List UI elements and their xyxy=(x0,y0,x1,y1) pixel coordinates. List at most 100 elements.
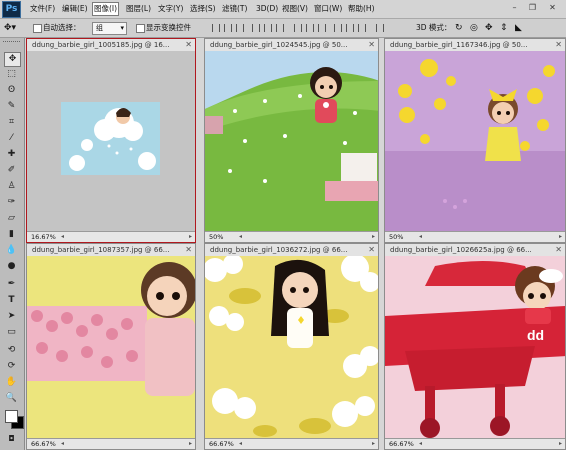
gradient-tool-icon[interactable]: ▮ xyxy=(4,228,19,241)
align-right-icon[interactable] xyxy=(276,24,284,32)
dodge-tool-icon[interactable]: ● xyxy=(4,260,19,273)
menu-type[interactable]: 文字(Y) xyxy=(158,3,183,15)
zoom-level[interactable]: 50% xyxy=(389,232,403,242)
status-arrow-left-icon[interactable]: ◂ xyxy=(61,232,64,242)
3d-rotate-tool-icon[interactable]: ⟲ xyxy=(4,344,19,357)
menu-view[interactable]: 视图(V) xyxy=(282,3,308,15)
menu-file[interactable]: 文件(F) xyxy=(30,3,55,15)
status-arrow-right-icon[interactable]: ▸ xyxy=(559,439,562,449)
restore-icon[interactable]: ❐ xyxy=(526,2,539,14)
distribute-vcenter-icon[interactable] xyxy=(306,24,314,32)
document-canvas[interactable] xyxy=(205,51,378,232)
menu-layer[interactable]: 图层(L) xyxy=(126,3,151,15)
status-arrow-right-icon[interactable]: ▸ xyxy=(372,232,375,242)
distribute-bottom-icon[interactable] xyxy=(318,24,326,32)
foreground-color-swatch[interactable] xyxy=(5,410,18,423)
crop-tool-icon[interactable]: ⌗ xyxy=(4,116,19,129)
close-tab-icon[interactable]: ✕ xyxy=(185,244,192,256)
zoom-level[interactable]: 50% xyxy=(209,232,223,242)
menu-3d[interactable]: 3D(D) xyxy=(256,3,278,15)
healing-brush-tool-icon[interactable]: ✚ xyxy=(4,148,19,161)
eraser-tool-icon[interactable]: ▱ xyxy=(4,212,19,225)
auto-align-icon[interactable] xyxy=(376,24,384,32)
align-bottom-icon[interactable] xyxy=(236,24,244,32)
zoom-level[interactable]: 66.67% xyxy=(209,439,234,449)
quick-select-tool-icon[interactable]: ✎ xyxy=(4,100,19,113)
status-arrow-left-icon[interactable]: ◂ xyxy=(239,439,242,449)
lasso-tool-icon[interactable]: ʘ xyxy=(4,84,19,97)
status-arrow-right-icon[interactable]: ▸ xyxy=(559,232,562,242)
menu-edit[interactable]: 编辑(E) xyxy=(62,3,88,15)
zoom-level[interactable]: 66.67% xyxy=(389,439,414,449)
close-tab-icon[interactable]: ✕ xyxy=(555,244,562,256)
distribute-right-icon[interactable] xyxy=(358,24,366,32)
status-arrow-right-icon[interactable]: ▸ xyxy=(189,232,192,242)
3d-scale-icon[interactable]: ◣ xyxy=(515,22,522,34)
3d-rotate-icon[interactable]: ↻ xyxy=(455,22,463,34)
history-brush-tool-icon[interactable]: ✑ xyxy=(4,196,19,209)
shape-tool-icon[interactable]: ▭ xyxy=(4,326,19,339)
close-icon[interactable]: ✕ xyxy=(546,2,559,14)
auto-select-checkbox[interactable] xyxy=(33,24,42,33)
menu-window[interactable]: 窗口(W) xyxy=(314,3,342,15)
document-window-3[interactable]: ddung_barbie_girl_1167346.jpg @ 50... ✕ 5… xyxy=(384,38,566,243)
close-tab-icon[interactable]: ✕ xyxy=(368,39,375,51)
blur-tool-icon[interactable]: 💧 xyxy=(4,244,19,257)
close-tab-icon[interactable]: ✕ xyxy=(185,39,192,51)
menu-image[interactable]: 图像(I) xyxy=(92,2,120,16)
distribute-top-icon[interactable] xyxy=(294,24,302,32)
align-vcenter-icon[interactable] xyxy=(224,24,232,32)
canvas-image xyxy=(205,256,378,439)
align-left-icon[interactable] xyxy=(252,24,260,32)
status-arrow-right-icon[interactable]: ▸ xyxy=(189,439,192,449)
pen-tool-icon[interactable]: ✒ xyxy=(4,278,19,291)
status-arrow-left-icon[interactable]: ◂ xyxy=(239,232,242,242)
show-transform-checkbox[interactable] xyxy=(136,24,145,33)
3d-camera-tool-icon[interactable]: ⟳ xyxy=(4,360,19,373)
document-canvas[interactable] xyxy=(205,256,378,439)
close-tab-icon[interactable]: ✕ xyxy=(368,244,375,256)
marquee-tool-icon[interactable]: ⬚ xyxy=(4,68,19,81)
document-window-5[interactable]: ddung_barbie_girl_1036272.jpg @ 66... ✕ 6… xyxy=(204,243,379,450)
document-title: ddung_barbie_girl_1024545.jpg @ 50... xyxy=(210,41,348,49)
document-window-2[interactable]: ddung_barbie_girl_1024545.jpg @ 50... ✕ 5… xyxy=(204,38,379,243)
document-window-1[interactable]: ddung_barbie_girl_1005185.jpg @ 16... ✕ 1… xyxy=(26,38,196,243)
menu-select[interactable]: 选择(S) xyxy=(190,3,216,15)
document-canvas[interactable] xyxy=(27,51,195,232)
document-canvas[interactable] xyxy=(385,51,565,232)
status-arrow-left-icon[interactable]: ◂ xyxy=(61,439,64,449)
3d-slide-icon[interactable]: ⇕ xyxy=(500,22,508,34)
zoom-level[interactable]: 16.67% xyxy=(31,232,56,242)
menu-help[interactable]: 帮助(H) xyxy=(348,3,375,15)
align-hcenter-icon[interactable] xyxy=(264,24,272,32)
move-tool-icon[interactable]: ✥ xyxy=(4,52,21,67)
status-arrow-left-icon[interactable]: ◂ xyxy=(419,439,422,449)
eyedropper-tool-icon[interactable]: ⁄ xyxy=(4,132,19,145)
clone-stamp-tool-icon[interactable]: ♙ xyxy=(4,180,19,193)
document-window-6[interactable]: ddung_barbie_girl_1026625a.jpg @ 66... ✕ … xyxy=(384,243,566,450)
close-tab-icon[interactable]: ✕ xyxy=(555,39,562,51)
document-title: ddung_barbie_girl_1005185.jpg @ 16... xyxy=(32,41,170,49)
document-window-4[interactable]: ddung_barbie_girl_1087357.jpg @ 66... ✕ 6… xyxy=(26,243,196,450)
align-top-icon[interactable] xyxy=(212,24,220,32)
move-tool-preset-icon[interactable]: ✥▾ xyxy=(4,22,16,34)
toolbar-grip[interactable] xyxy=(3,41,20,45)
status-arrow-left-icon[interactable]: ◂ xyxy=(419,232,422,242)
status-arrow-right-icon[interactable]: ▸ xyxy=(372,439,375,449)
zoom-level[interactable]: 66.67% xyxy=(31,439,56,449)
zoom-tool-icon[interactable]: 🔍 xyxy=(4,392,19,405)
hand-tool-icon[interactable]: ✋ xyxy=(4,376,19,389)
distribute-left-icon[interactable] xyxy=(334,24,342,32)
document-canvas[interactable] xyxy=(27,256,195,439)
distribute-hcenter-icon[interactable] xyxy=(346,24,354,32)
path-select-tool-icon[interactable]: ➤ xyxy=(4,310,19,323)
minimize-icon[interactable]: – xyxy=(508,2,521,14)
3d-roll-icon[interactable]: ◎ xyxy=(470,22,478,34)
3d-pan-icon[interactable]: ✥ xyxy=(485,22,493,34)
quick-mask-icon[interactable]: ◘ xyxy=(4,432,19,445)
brush-tool-icon[interactable]: ✐ xyxy=(4,164,19,177)
auto-select-dropdown[interactable]: 组 xyxy=(92,22,127,35)
document-canvas[interactable]: dd xyxy=(385,256,565,439)
menu-filter[interactable]: 滤镜(T) xyxy=(222,3,247,15)
type-tool-icon[interactable]: T xyxy=(4,294,19,307)
